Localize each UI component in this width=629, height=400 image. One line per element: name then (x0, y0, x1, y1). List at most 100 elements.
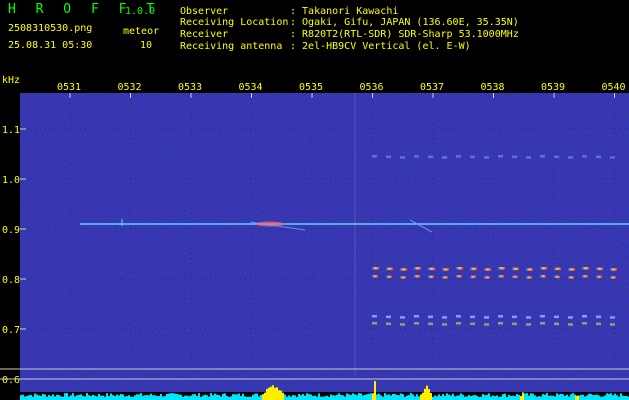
level-bar (76, 395, 78, 400)
interference-dash (428, 322, 433, 326)
interference-dash (484, 316, 489, 319)
level-bar (156, 395, 158, 400)
interference-dash (456, 275, 462, 278)
interference-dash (470, 315, 475, 319)
level-bar (440, 396, 442, 400)
spectrogram: 1.1 1.0 0.9 0.8 0.7 0.6 0531 0532 0533 0534 0535 0… (0, 82, 629, 400)
interference-dash (400, 268, 407, 271)
level-bar (306, 393, 308, 400)
level-bar (80, 394, 82, 400)
level-bar (518, 395, 520, 400)
x-tick-label: 0539 (541, 82, 565, 93)
level-bar (622, 395, 624, 400)
level-bar (314, 395, 316, 400)
level-bar (74, 396, 76, 400)
level-bar (36, 394, 38, 400)
level-bar (474, 394, 476, 400)
level-peak (272, 385, 274, 400)
level-bar (308, 394, 310, 400)
interference-dash (596, 315, 601, 319)
interference-dash (484, 323, 489, 326)
interference-dash (498, 322, 503, 325)
x-tick-label: 0536 (360, 82, 384, 93)
level-bar (42, 393, 44, 400)
interference-dash (568, 268, 575, 271)
level-bar (342, 395, 344, 400)
level-bar (64, 393, 66, 400)
level-bar (170, 393, 172, 400)
interference-dash (372, 275, 378, 278)
level-bar (436, 396, 438, 400)
level-bar (54, 396, 56, 400)
level-bar (538, 396, 540, 400)
level-bar (130, 396, 132, 400)
level-bar (232, 394, 234, 400)
interference-dash (400, 323, 405, 326)
level-bar (490, 396, 492, 400)
level-bar (288, 395, 290, 400)
interference-dash (414, 322, 419, 325)
level-bar (460, 393, 462, 400)
level-bar (606, 393, 608, 400)
level-bar (626, 396, 628, 400)
level-bar (340, 394, 342, 400)
interference-dash (568, 323, 573, 326)
level-bar (362, 395, 364, 400)
level-peak (280, 390, 282, 400)
y-tick-label: 0.6 (2, 375, 20, 386)
level-bar (96, 396, 98, 400)
level-bar (312, 395, 314, 400)
level-bar (136, 394, 138, 400)
level-bar (242, 393, 244, 400)
level-bar (612, 395, 614, 400)
level-bar (454, 396, 456, 400)
interference-dash (526, 276, 532, 279)
level-bar (84, 396, 86, 400)
level-bar (380, 395, 382, 400)
level-bar (300, 395, 302, 400)
level-bar (608, 393, 610, 400)
level-bar (376, 394, 378, 400)
y-tick-label: 0.8 (2, 275, 20, 286)
level-bar (140, 393, 142, 400)
level-bar (82, 395, 84, 400)
x-tick-label: 0533 (178, 82, 202, 93)
level-bar (190, 395, 192, 400)
interference-dash (498, 267, 505, 270)
level-bar (482, 394, 484, 400)
interference-dash (442, 156, 447, 159)
interference-dash (582, 267, 589, 270)
level-bar (196, 395, 198, 400)
interference-dash (414, 315, 419, 318)
level-bar (66, 393, 68, 400)
x-tick-label: 0538 (481, 82, 505, 93)
level-bar (252, 394, 254, 400)
level-bar (178, 394, 180, 400)
level-bar (186, 395, 188, 400)
level-bar (624, 396, 626, 400)
level-bar (60, 396, 62, 400)
level-bar (540, 396, 542, 400)
level-bar (148, 395, 150, 400)
interference-dash (540, 315, 545, 318)
interference-dash (596, 322, 601, 326)
x-tick-label: 0537 (420, 82, 444, 93)
interference-dash (526, 268, 533, 271)
level-bar (258, 396, 260, 400)
level-bar (344, 396, 346, 400)
hrofft-window: H R O F F T 1.0.0 2508310530.png meteor … (0, 0, 629, 400)
interference-dash (470, 322, 475, 326)
level-bar (588, 393, 590, 400)
level-peak (420, 394, 422, 400)
x-tick-label: 0540 (602, 82, 626, 93)
interference-dash (428, 155, 433, 159)
interference-dash (554, 155, 559, 159)
level-bar (230, 396, 232, 400)
interference-dash (582, 315, 587, 318)
interference-dash (456, 267, 463, 270)
interference-dash (456, 315, 461, 318)
level-bar (456, 395, 458, 400)
interference-dash (610, 276, 616, 279)
level-peak (520, 396, 522, 400)
interference-dash (400, 316, 405, 319)
